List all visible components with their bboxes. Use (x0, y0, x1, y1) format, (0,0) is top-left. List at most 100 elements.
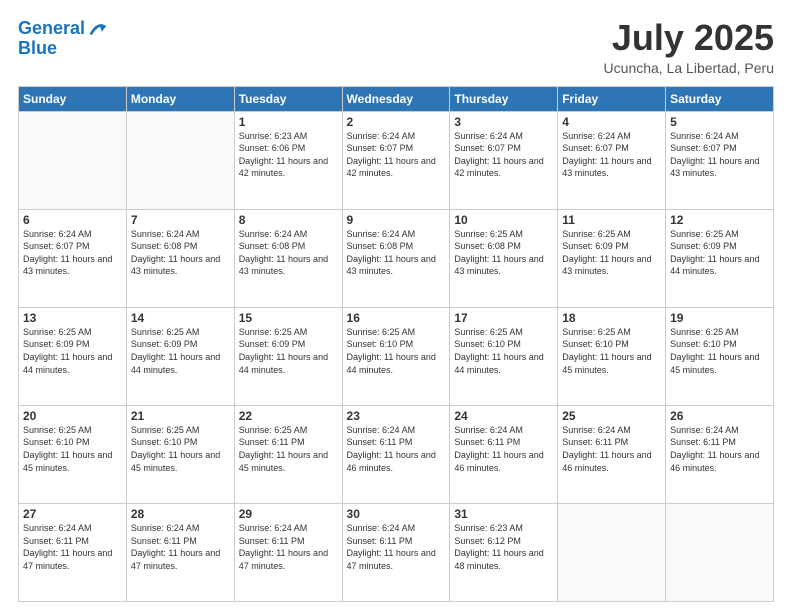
day-number: 1 (239, 115, 338, 129)
page-header: General Blue July 2025 Ucuncha, La Liber… (18, 18, 774, 76)
day-number: 28 (131, 507, 230, 521)
weekday-wednesday: Wednesday (342, 86, 450, 111)
day-cell: 7Sunrise: 6:24 AM Sunset: 6:08 PM Daylig… (126, 209, 234, 307)
day-number: 6 (23, 213, 122, 227)
day-number: 30 (347, 507, 446, 521)
day-info: Sunrise: 6:25 AM Sunset: 6:10 PM Dayligh… (562, 326, 661, 376)
day-info: Sunrise: 6:25 AM Sunset: 6:09 PM Dayligh… (23, 326, 122, 376)
day-number: 26 (670, 409, 769, 423)
day-cell: 11Sunrise: 6:25 AM Sunset: 6:09 PM Dayli… (558, 209, 666, 307)
day-number: 17 (454, 311, 553, 325)
day-cell: 15Sunrise: 6:25 AM Sunset: 6:09 PM Dayli… (234, 307, 342, 405)
day-cell: 9Sunrise: 6:24 AM Sunset: 6:08 PM Daylig… (342, 209, 450, 307)
day-cell: 29Sunrise: 6:24 AM Sunset: 6:11 PM Dayli… (234, 503, 342, 601)
title-block: July 2025 Ucuncha, La Libertad, Peru (604, 18, 774, 76)
day-cell: 24Sunrise: 6:24 AM Sunset: 6:11 PM Dayli… (450, 405, 558, 503)
day-cell (666, 503, 774, 601)
weekday-header-row: SundayMondayTuesdayWednesdayThursdayFrid… (19, 86, 774, 111)
day-number: 23 (347, 409, 446, 423)
day-info: Sunrise: 6:24 AM Sunset: 6:11 PM Dayligh… (454, 424, 553, 474)
day-info: Sunrise: 6:24 AM Sunset: 6:11 PM Dayligh… (347, 522, 446, 572)
day-info: Sunrise: 6:24 AM Sunset: 6:07 PM Dayligh… (347, 130, 446, 180)
day-cell: 4Sunrise: 6:24 AM Sunset: 6:07 PM Daylig… (558, 111, 666, 209)
day-number: 21 (131, 409, 230, 423)
logo-text: General (18, 19, 85, 39)
weekday-friday: Friday (558, 86, 666, 111)
day-number: 15 (239, 311, 338, 325)
day-cell: 19Sunrise: 6:25 AM Sunset: 6:10 PM Dayli… (666, 307, 774, 405)
day-cell: 13Sunrise: 6:25 AM Sunset: 6:09 PM Dayli… (19, 307, 127, 405)
day-cell: 3Sunrise: 6:24 AM Sunset: 6:07 PM Daylig… (450, 111, 558, 209)
weekday-monday: Monday (126, 86, 234, 111)
day-cell (19, 111, 127, 209)
logo: General Blue (18, 18, 109, 59)
day-cell: 18Sunrise: 6:25 AM Sunset: 6:10 PM Dayli… (558, 307, 666, 405)
week-row-5: 27Sunrise: 6:24 AM Sunset: 6:11 PM Dayli… (19, 503, 774, 601)
location: Ucuncha, La Libertad, Peru (604, 60, 774, 76)
day-info: Sunrise: 6:24 AM Sunset: 6:07 PM Dayligh… (454, 130, 553, 180)
day-number: 31 (454, 507, 553, 521)
day-number: 10 (454, 213, 553, 227)
day-cell (558, 503, 666, 601)
weekday-saturday: Saturday (666, 86, 774, 111)
day-info: Sunrise: 6:24 AM Sunset: 6:11 PM Dayligh… (562, 424, 661, 474)
day-number: 7 (131, 213, 230, 227)
weekday-tuesday: Tuesday (234, 86, 342, 111)
logo-blue: Blue (18, 38, 109, 59)
day-number: 12 (670, 213, 769, 227)
day-number: 9 (347, 213, 446, 227)
weekday-sunday: Sunday (19, 86, 127, 111)
week-row-1: 1Sunrise: 6:23 AM Sunset: 6:06 PM Daylig… (19, 111, 774, 209)
day-cell: 14Sunrise: 6:25 AM Sunset: 6:09 PM Dayli… (126, 307, 234, 405)
day-number: 19 (670, 311, 769, 325)
day-cell: 12Sunrise: 6:25 AM Sunset: 6:09 PM Dayli… (666, 209, 774, 307)
day-info: Sunrise: 6:25 AM Sunset: 6:10 PM Dayligh… (131, 424, 230, 474)
day-number: 2 (347, 115, 446, 129)
week-row-3: 13Sunrise: 6:25 AM Sunset: 6:09 PM Dayli… (19, 307, 774, 405)
day-cell (126, 111, 234, 209)
day-cell: 22Sunrise: 6:25 AM Sunset: 6:11 PM Dayli… (234, 405, 342, 503)
day-info: Sunrise: 6:24 AM Sunset: 6:11 PM Dayligh… (239, 522, 338, 572)
day-cell: 23Sunrise: 6:24 AM Sunset: 6:11 PM Dayli… (342, 405, 450, 503)
day-number: 24 (454, 409, 553, 423)
logo-icon (87, 18, 109, 40)
day-cell: 1Sunrise: 6:23 AM Sunset: 6:06 PM Daylig… (234, 111, 342, 209)
day-info: Sunrise: 6:24 AM Sunset: 6:11 PM Dayligh… (670, 424, 769, 474)
day-cell: 17Sunrise: 6:25 AM Sunset: 6:10 PM Dayli… (450, 307, 558, 405)
day-info: Sunrise: 6:25 AM Sunset: 6:11 PM Dayligh… (239, 424, 338, 474)
day-cell: 8Sunrise: 6:24 AM Sunset: 6:08 PM Daylig… (234, 209, 342, 307)
day-cell: 16Sunrise: 6:25 AM Sunset: 6:10 PM Dayli… (342, 307, 450, 405)
day-number: 5 (670, 115, 769, 129)
day-info: Sunrise: 6:24 AM Sunset: 6:08 PM Dayligh… (239, 228, 338, 278)
day-info: Sunrise: 6:25 AM Sunset: 6:09 PM Dayligh… (131, 326, 230, 376)
day-info: Sunrise: 6:25 AM Sunset: 6:10 PM Dayligh… (347, 326, 446, 376)
day-info: Sunrise: 6:24 AM Sunset: 6:11 PM Dayligh… (23, 522, 122, 572)
day-number: 18 (562, 311, 661, 325)
day-number: 14 (131, 311, 230, 325)
day-number: 13 (23, 311, 122, 325)
day-info: Sunrise: 6:24 AM Sunset: 6:07 PM Dayligh… (562, 130, 661, 180)
day-info: Sunrise: 6:25 AM Sunset: 6:08 PM Dayligh… (454, 228, 553, 278)
day-cell: 2Sunrise: 6:24 AM Sunset: 6:07 PM Daylig… (342, 111, 450, 209)
weekday-thursday: Thursday (450, 86, 558, 111)
day-info: Sunrise: 6:25 AM Sunset: 6:10 PM Dayligh… (454, 326, 553, 376)
day-info: Sunrise: 6:24 AM Sunset: 6:07 PM Dayligh… (670, 130, 769, 180)
day-info: Sunrise: 6:25 AM Sunset: 6:09 PM Dayligh… (239, 326, 338, 376)
day-info: Sunrise: 6:25 AM Sunset: 6:10 PM Dayligh… (670, 326, 769, 376)
day-cell: 5Sunrise: 6:24 AM Sunset: 6:07 PM Daylig… (666, 111, 774, 209)
week-row-2: 6Sunrise: 6:24 AM Sunset: 6:07 PM Daylig… (19, 209, 774, 307)
day-cell: 6Sunrise: 6:24 AM Sunset: 6:07 PM Daylig… (19, 209, 127, 307)
day-info: Sunrise: 6:25 AM Sunset: 6:09 PM Dayligh… (670, 228, 769, 278)
day-number: 25 (562, 409, 661, 423)
month-title: July 2025 (604, 18, 774, 58)
day-info: Sunrise: 6:24 AM Sunset: 6:11 PM Dayligh… (347, 424, 446, 474)
week-row-4: 20Sunrise: 6:25 AM Sunset: 6:10 PM Dayli… (19, 405, 774, 503)
day-cell: 31Sunrise: 6:23 AM Sunset: 6:12 PM Dayli… (450, 503, 558, 601)
day-cell: 25Sunrise: 6:24 AM Sunset: 6:11 PM Dayli… (558, 405, 666, 503)
day-number: 20 (23, 409, 122, 423)
day-number: 29 (239, 507, 338, 521)
day-cell: 26Sunrise: 6:24 AM Sunset: 6:11 PM Dayli… (666, 405, 774, 503)
day-info: Sunrise: 6:25 AM Sunset: 6:10 PM Dayligh… (23, 424, 122, 474)
day-cell: 30Sunrise: 6:24 AM Sunset: 6:11 PM Dayli… (342, 503, 450, 601)
day-cell: 20Sunrise: 6:25 AM Sunset: 6:10 PM Dayli… (19, 405, 127, 503)
